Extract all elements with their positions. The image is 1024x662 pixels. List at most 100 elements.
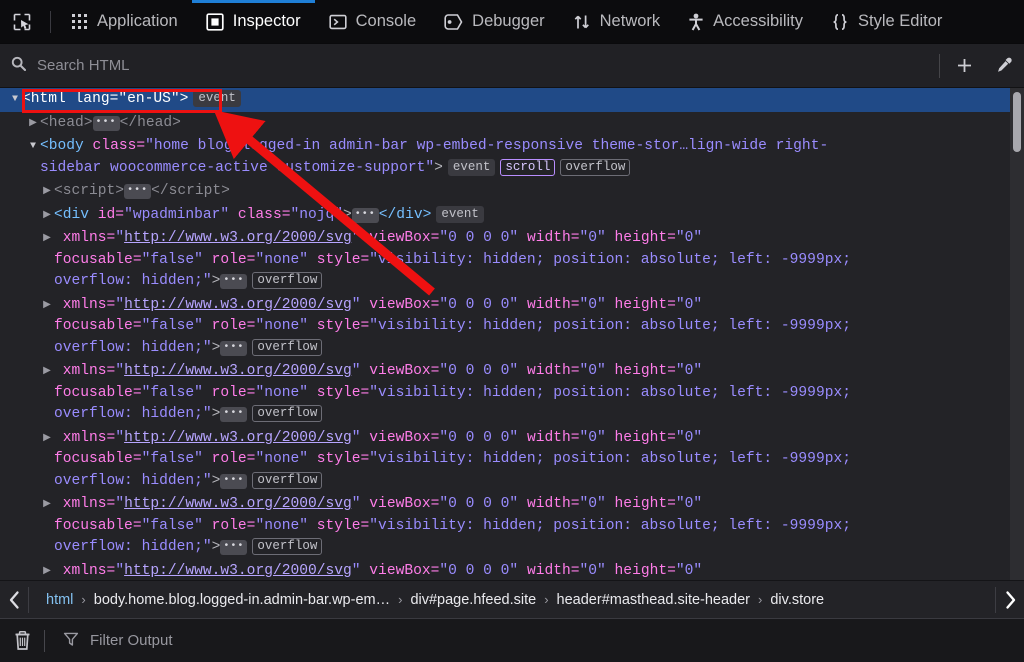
collapsed-children-icon[interactable]: •••: [351, 207, 379, 223]
breadcrumb-item-html[interactable]: html: [39, 589, 80, 611]
markup-node-svg[interactable]: ▶ xmlns="http://www.w3.org/2000/svg" vie…: [0, 427, 1024, 494]
tab-application[interactable]: Application: [57, 0, 192, 44]
tag-name: <div: [54, 206, 90, 223]
tab-console[interactable]: Console: [315, 0, 431, 44]
attr-value-height: "0": [675, 230, 703, 246]
attr-name-focusable: focusable=: [54, 451, 142, 467]
overflow-badge[interactable]: overflow: [252, 405, 323, 422]
filter-output-input[interactable]: [88, 631, 348, 650]
markup-search-bar: [0, 44, 1024, 88]
quote: ": [351, 296, 361, 313]
breadcrumb-item-body[interactable]: body.home.blog.logged-in.admin-bar.wp-em…: [87, 589, 397, 611]
markup-vertical-scrollbar[interactable]: [1010, 88, 1024, 580]
attr-value-xmlns[interactable]: http://www.w3.org/2000/svg: [124, 563, 352, 579]
overflow-badge[interactable]: overflow: [560, 158, 631, 176]
tag-open: <head>: [40, 114, 93, 131]
expand-twisty-icon[interactable]: ▶: [40, 181, 54, 203]
expand-twisty-icon[interactable]: ▶: [40, 205, 54, 227]
attr-value-xmlns[interactable]: http://www.w3.org/2000/svg: [124, 297, 352, 313]
search-icon: [11, 56, 27, 76]
search-input[interactable]: [35, 56, 939, 75]
markup-tree[interactable]: ▼ <html lang="en-US"> event ▶ <head> ••• </he…: [0, 88, 1024, 580]
attr-value-viewbox: "0 0 0 0": [439, 429, 519, 446]
grid-dots-icon: [71, 13, 88, 30]
attr-value-role: "none": [255, 251, 308, 268]
scrollbar-thumb[interactable]: [1013, 92, 1021, 152]
breadcrumb-item-store[interactable]: div.store: [763, 589, 831, 611]
attr-value-xmlns[interactable]: http://www.w3.org/2000/svg: [124, 230, 352, 246]
overflow-badge[interactable]: overflow: [252, 538, 323, 555]
markup-node-svg[interactable]: ▶ xmlns="http://www.w3.org/2000/svg" vie…: [0, 360, 1024, 427]
tab-accessibility[interactable]: Accessibility: [674, 0, 817, 44]
expand-twisty-icon[interactable]: ▶: [40, 561, 54, 581]
filter-output-field-wrapper[interactable]: [45, 631, 348, 651]
markup-node-svg[interactable]: ▶ xmlns="http://www.w3.org/2000/svg" vie…: [0, 493, 1024, 560]
markup-node-svg[interactable]: ▶ xmlns="http://www.w3.org/2000/svg" vie…: [0, 294, 1024, 361]
attr-value-focusable: "false": [141, 251, 203, 268]
overflow-badge[interactable]: overflow: [252, 272, 323, 289]
breadcrumb-scroll-right-button[interactable]: [996, 581, 1024, 618]
event-badge[interactable]: event: [436, 205, 484, 223]
attr-name-height: height=: [605, 429, 676, 446]
tab-debugger[interactable]: Debugger: [430, 0, 558, 44]
attr-value-xmlns[interactable]: http://www.w3.org/2000/svg: [124, 363, 352, 379]
attr-value-viewbox: "0 0 0 0": [439, 296, 519, 313]
expand-twisty-icon[interactable]: ▶: [40, 361, 54, 383]
attr-value-style-cont: overflow: hidden;": [54, 472, 212, 489]
search-field-wrapper[interactable]: [0, 56, 939, 76]
expand-twisty-icon[interactable]: ▶: [40, 295, 54, 317]
expand-twisty-icon[interactable]: ▶: [26, 113, 40, 135]
breadcrumb-scroll-left-button[interactable]: [0, 581, 28, 618]
quote: ": [115, 230, 125, 246]
quote: ": [351, 363, 361, 379]
breadcrumb-item-masthead[interactable]: header#masthead.site-header: [550, 589, 757, 611]
collapsed-children-icon[interactable]: •••: [220, 540, 248, 555]
attr-name-role: role=: [202, 384, 256, 401]
collapsed-children-icon[interactable]: •••: [92, 115, 120, 131]
attr-name-role: role=: [202, 451, 256, 467]
attr-name-width: width=: [518, 296, 580, 313]
tag-name: <html: [22, 91, 66, 107]
attr-name-viewbox: viewBox=: [360, 296, 440, 313]
collapsed-children-icon[interactable]: •••: [220, 274, 248, 289]
tag-name: xmlns="http://www.w3.org/2000/svg" viewB…: [40, 430, 1010, 493]
tab-style-editor[interactable]: Style Editor: [817, 0, 956, 44]
expand-twisty-icon[interactable]: ▶: [40, 494, 54, 516]
markup-node-script[interactable]: ▶ <script> ••• </script>: [0, 180, 1024, 204]
markup-node-svg[interactable]: ▶ xmlns="http://www.w3.org/2000/svg" vie…: [0, 227, 1024, 294]
eyedropper-button[interactable]: [984, 44, 1024, 88]
tab-label: Style Editor: [858, 12, 943, 30]
scroll-badge[interactable]: scroll: [500, 158, 556, 176]
tab-network[interactable]: Network: [559, 0, 675, 44]
event-badge[interactable]: event: [447, 158, 496, 176]
markup-node-wpadminbar[interactable]: ▶ <div id="wpadminbar" class="nojq"> ••• </…: [0, 204, 1024, 228]
collapsed-children-icon[interactable]: •••: [220, 340, 248, 356]
attr-value-xmlns[interactable]: http://www.w3.org/2000/svg: [124, 496, 352, 512]
overflow-badge[interactable]: overflow: [252, 338, 323, 356]
add-new-node-button[interactable]: [944, 44, 984, 88]
expand-twisty-icon[interactable]: ▶: [40, 428, 54, 450]
attr-value-xmlns[interactable]: http://www.w3.org/2000/svg: [124, 430, 352, 446]
collapsed-children-icon[interactable]: •••: [124, 184, 152, 199]
tab-inspector[interactable]: Inspector: [191, 0, 315, 44]
element-picker-button[interactable]: [0, 0, 44, 44]
attr-value-viewbox: "0 0 0 0": [439, 230, 519, 246]
clear-output-button[interactable]: [0, 619, 44, 662]
breadcrumb-item-page[interactable]: div#page.hfeed.site: [403, 589, 543, 611]
tag-close: </script>: [151, 183, 230, 199]
expand-twisty-icon[interactable]: ▶: [40, 228, 54, 250]
expand-twisty-icon[interactable]: ▼: [26, 136, 40, 158]
markup-node-svg[interactable]: ▶ xmlns="http://www.w3.org/2000/svg" vie…: [0, 560, 1024, 581]
quote: ": [351, 496, 361, 512]
tab-label: Console: [355, 12, 417, 30]
collapsed-children-icon[interactable]: •••: [220, 407, 248, 422]
event-badge[interactable]: event: [193, 90, 241, 107]
attr-name-viewbox: viewBox=: [360, 496, 440, 512]
attr-name-height: height=: [605, 363, 676, 379]
expand-twisty-icon[interactable]: ▼: [8, 89, 22, 111]
collapsed-children-icon[interactable]: •••: [220, 473, 248, 489]
markup-node-body[interactable]: ▼ <body class="home blog logged-in admin-…: [0, 135, 1024, 180]
markup-node-head[interactable]: ▶ <head> ••• </head>: [0, 112, 1024, 136]
markup-node-html[interactable]: ▼ <html lang="en-US"> event: [0, 88, 1024, 112]
overflow-badge[interactable]: overflow: [252, 471, 323, 489]
